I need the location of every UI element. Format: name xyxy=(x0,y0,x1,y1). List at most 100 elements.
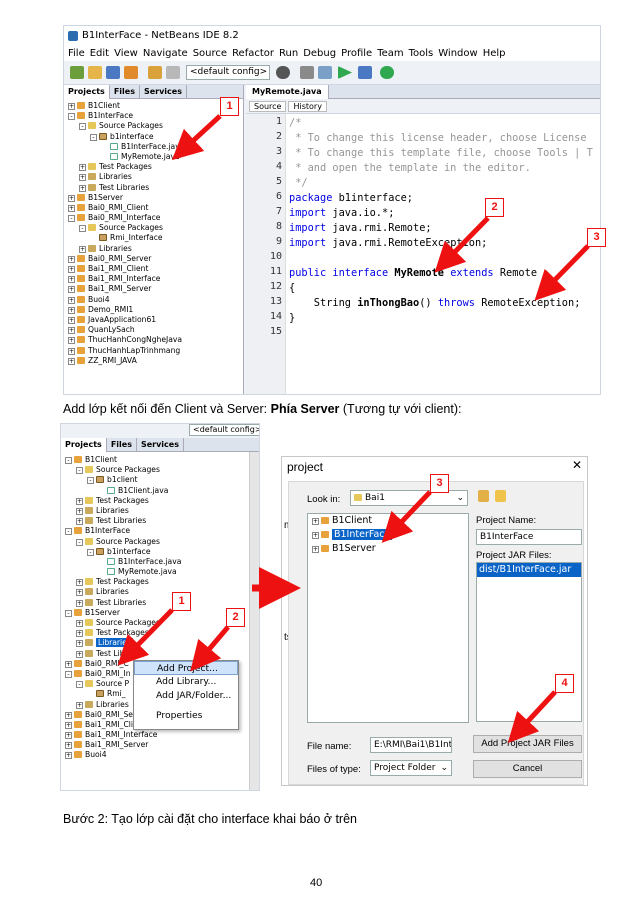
tab-services[interactable]: Services xyxy=(140,85,187,99)
menu-item[interactable]: Edit xyxy=(90,48,109,59)
tree-item[interactable]: Rmi_Interface xyxy=(64,233,243,243)
tree-item[interactable]: + ThucHanhCongNgheJava xyxy=(64,335,243,345)
menu-item-add-project[interactable]: Add Project... xyxy=(134,661,238,675)
menu-item[interactable]: Debug xyxy=(303,48,336,59)
menu-item[interactable]: Team xyxy=(377,48,403,59)
files-of-type-select[interactable]: Project Folder ⌄ xyxy=(370,760,452,776)
tree-item[interactable]: + Test Libraries xyxy=(61,515,259,526)
tree-item[interactable]: + Bai0_RMI_Server xyxy=(64,254,243,264)
tree-item[interactable]: + B1Client xyxy=(64,101,243,111)
undo-icon[interactable] xyxy=(148,66,162,79)
expand-toggle-icon[interactable]: + xyxy=(312,532,319,539)
expand-toggle-icon[interactable]: + xyxy=(68,103,75,110)
tree-item[interactable]: - Source Packages xyxy=(61,536,259,546)
tree-item[interactable]: - B1InterFace xyxy=(64,111,243,121)
folder-item[interactable]: + B1Server xyxy=(308,542,468,556)
expand-toggle-icon[interactable]: + xyxy=(312,546,319,553)
tree-item[interactable]: B1InterFace.java xyxy=(64,142,243,152)
expand-toggle-icon[interactable]: + xyxy=(312,518,319,525)
open-project-icon[interactable] xyxy=(106,66,120,79)
expand-toggle-icon[interactable]: + xyxy=(76,599,83,607)
expand-toggle-icon[interactable]: - xyxy=(65,457,72,464)
editor-tool-history[interactable]: History xyxy=(288,101,327,112)
expand-toggle-icon[interactable]: + xyxy=(68,316,75,324)
tree-item[interactable]: + QuanLySach xyxy=(64,325,243,335)
menu-item-add-jar-folder[interactable]: Add JAR/Folder... xyxy=(134,689,238,703)
tree-item[interactable]: + ThucHanhLapTrinhmang xyxy=(64,346,243,356)
tree-item[interactable]: + Libraries xyxy=(61,505,259,515)
expand-toggle-icon[interactable]: + xyxy=(79,164,86,172)
expand-toggle-icon[interactable]: + xyxy=(65,660,72,668)
menu-item[interactable]: Refactor xyxy=(232,48,274,59)
tab-projects[interactable]: Projects xyxy=(64,85,110,99)
expand-toggle-icon[interactable]: + xyxy=(76,579,83,587)
expand-toggle-icon[interactable]: - xyxy=(87,548,94,556)
tree-item[interactable]: + Libraries xyxy=(61,637,259,648)
expand-toggle-icon[interactable]: - xyxy=(79,123,86,131)
expand-toggle-icon[interactable]: - xyxy=(65,670,72,678)
expand-toggle-icon[interactable]: - xyxy=(65,528,72,536)
expand-toggle-icon[interactable]: + xyxy=(65,752,72,760)
tree-item[interactable]: - Bai0_RMI_Interface xyxy=(64,213,243,223)
new-file-icon[interactable] xyxy=(70,66,84,79)
tree-item[interactable]: - b1interface xyxy=(61,546,259,556)
look-in-select[interactable]: Bai1 ⌄ xyxy=(350,490,468,506)
expand-toggle-icon[interactable]: + xyxy=(68,255,75,263)
tree-item[interactable]: - Source Packages xyxy=(64,121,243,131)
expand-toggle-icon[interactable]: + xyxy=(76,640,83,648)
file-name-field[interactable]: E:\RMI\Bai1\B1Inte xyxy=(370,737,452,753)
expand-toggle-icon[interactable]: + xyxy=(68,347,75,355)
expand-toggle-icon[interactable]: + xyxy=(68,276,75,284)
tree-item[interactable]: - b1interface xyxy=(64,132,243,142)
tree-item[interactable]: - B1Client xyxy=(61,454,259,464)
expand-toggle-icon[interactable]: + xyxy=(68,266,75,273)
tree-item[interactable]: - Source Packages xyxy=(64,223,243,233)
tree-item[interactable]: + Test Packages xyxy=(61,495,259,505)
expand-toggle-icon[interactable]: + xyxy=(68,327,75,335)
expand-toggle-icon[interactable]: - xyxy=(76,467,83,475)
expand-toggle-icon[interactable]: + xyxy=(68,357,75,365)
tab-projects[interactable]: Projects xyxy=(61,438,107,452)
tree-item[interactable]: + Libraries xyxy=(64,244,243,254)
tree-item[interactable]: + Test Libraries xyxy=(61,597,259,607)
expand-toggle-icon[interactable]: - xyxy=(76,538,83,546)
profile-icon[interactable] xyxy=(380,66,394,79)
tree-item[interactable]: + Bai1_RMI_Interface xyxy=(61,729,259,740)
config-select[interactable]: <default config> xyxy=(189,424,259,436)
save-all-icon[interactable] xyxy=(124,66,138,79)
tree-item[interactable]: MyRemote.java xyxy=(64,152,243,162)
debug-icon[interactable] xyxy=(358,66,372,79)
menu-item[interactable]: Tools xyxy=(409,48,434,59)
tree-item[interactable]: + Test Libraries xyxy=(64,183,243,193)
expand-toggle-icon[interactable]: + xyxy=(76,589,83,597)
tree-item[interactable]: + Test Packages xyxy=(64,162,243,172)
tab-files[interactable]: Files xyxy=(107,438,137,452)
tree-item[interactable]: + Test Packages xyxy=(61,576,259,587)
tree-item[interactable]: + ZZ_RMI_JAVA xyxy=(64,356,243,366)
add-project-jar-button[interactable]: Add Project JAR Files xyxy=(473,735,582,753)
redo-icon[interactable] xyxy=(166,66,180,79)
tree-scrollbar[interactable] xyxy=(249,452,259,790)
tab-services[interactable]: Services xyxy=(137,438,184,452)
up-folder-icon[interactable] xyxy=(478,490,489,502)
tree-item[interactable]: - b1client xyxy=(61,474,259,485)
expand-toggle-icon[interactable]: - xyxy=(68,113,75,121)
menu-item[interactable]: Navigate xyxy=(143,48,188,59)
expand-toggle-icon[interactable]: - xyxy=(65,609,72,617)
expand-toggle-icon[interactable]: - xyxy=(87,477,94,485)
project-name-field[interactable]: B1InterFace xyxy=(476,529,582,545)
expand-toggle-icon[interactable]: - xyxy=(79,225,86,233)
build-icon[interactable] xyxy=(300,66,314,79)
expand-toggle-icon[interactable]: + xyxy=(65,742,72,750)
expand-toggle-icon[interactable]: + xyxy=(68,337,75,345)
expand-toggle-icon[interactable]: + xyxy=(76,630,83,638)
menu-item[interactable]: Run xyxy=(279,48,298,59)
globe-icon[interactable] xyxy=(276,66,290,79)
menu-item-properties[interactable]: Properties xyxy=(134,709,238,723)
folder-item[interactable]: + B1InterFace xyxy=(308,528,468,542)
tree-item[interactable]: + Buoi4 xyxy=(64,295,243,305)
tree-item[interactable]: + Bai1_RMI_Interface xyxy=(64,274,243,284)
menu-item[interactable]: View xyxy=(114,48,138,59)
expand-toggle-icon[interactable]: + xyxy=(65,721,72,729)
tree-item[interactable]: + Libraries xyxy=(64,172,243,182)
